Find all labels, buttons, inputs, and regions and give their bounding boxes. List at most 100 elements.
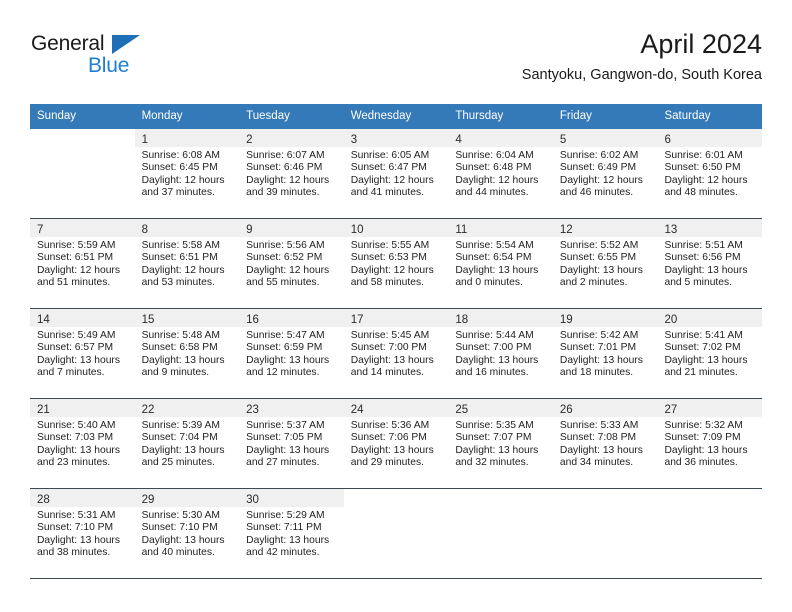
page-subtitle: Santyoku, Gangwon-do, South Korea bbox=[521, 67, 762, 83]
day-number: 6 bbox=[664, 134, 671, 146]
calendar-day-cell[interactable]: 9 Sunrise: 5:56 AM Sunset: 6:52 PM Daylight… bbox=[239, 219, 344, 308]
calendar-day-cell[interactable]: 15 Sunrise: 5:48 AM Sunset: 6:58 PM Dayligh… bbox=[134, 309, 240, 398]
logo-triangle-icon bbox=[112, 35, 140, 54]
day-number: 28 bbox=[37, 494, 50, 506]
logo-text-general: General bbox=[31, 32, 105, 55]
day-sun-info: Sunrise: 5:59 AM Sunset: 6:51 PM Daylight:… bbox=[30, 237, 135, 290]
sunset-text: Sunset: 7:00 PM bbox=[455, 342, 532, 354]
calendar-day-cell[interactable]: 21 Sunrise: 5:40 AM Sunset: 7:03 PM Dayligh… bbox=[30, 399, 135, 488]
day-sun-info: Sunrise: 5:41 AM Sunset: 7:02 PM Daylight:… bbox=[657, 327, 762, 380]
calendar-weeks: 1 Sunrise: 6:08 AM Sunset: 6:45 PM Daylight… bbox=[30, 129, 763, 578]
daylight-text-line1: Daylight: 13 hours bbox=[664, 444, 748, 456]
daylight-text-line2: and 29 minutes. bbox=[350, 457, 425, 469]
calendar-day-cell[interactable]: 6 Sunrise: 6:01 AM Sunset: 6:50 PM Daylight… bbox=[657, 129, 763, 218]
sunset-text: Sunset: 6:48 PM bbox=[455, 162, 532, 174]
day-number: 16 bbox=[246, 314, 259, 326]
calendar-day-cell[interactable]: 28 Sunrise: 5:31 AM Sunset: 7:10 PM Dayligh… bbox=[30, 489, 135, 578]
day-number-band: 29 bbox=[134, 489, 240, 507]
calendar-week-row: 21 Sunrise: 5:40 AM Sunset: 7:03 PM Dayligh… bbox=[30, 398, 763, 488]
daylight-text-line2: and 18 minutes. bbox=[559, 367, 634, 379]
calendar-day-cell[interactable]: 14 Sunrise: 5:49 AM Sunset: 6:57 PM Dayligh… bbox=[30, 309, 135, 398]
daylight-text-line1: Daylight: 13 hours bbox=[559, 444, 643, 456]
day-number-band: 5 bbox=[552, 129, 658, 147]
sunrise-text: Sunrise: 6:01 AM bbox=[664, 150, 743, 161]
calendar-day-cell[interactable]: 24 Sunrise: 5:36 AM Sunset: 7:06 PM Dayligh… bbox=[343, 399, 449, 488]
calendar-day-cell[interactable]: 7 Sunrise: 5:59 AM Sunset: 6:51 PM Daylight… bbox=[30, 219, 135, 308]
calendar-week-row: 7 Sunrise: 5:59 AM Sunset: 6:51 PM Daylight… bbox=[30, 218, 763, 308]
day-number: 19 bbox=[559, 314, 573, 326]
day-sun-info: Sunrise: 5:49 AM Sunset: 6:57 PM Daylight:… bbox=[30, 327, 135, 380]
page-header: General Blue April 2024 Santyoku, Gangwo… bbox=[30, 28, 762, 94]
day-sun-info: Sunrise: 6:08 AM Sunset: 6:45 PM Daylight:… bbox=[135, 147, 240, 200]
daylight-text-line2: and 34 minutes. bbox=[559, 457, 634, 469]
sunrise-text: Sunrise: 5:58 AM bbox=[141, 240, 220, 251]
calendar-day-cell[interactable]: 23 Sunrise: 5:37 AM Sunset: 7:05 PM Dayligh… bbox=[239, 399, 344, 488]
calendar-day-cell[interactable]: 20 Sunrise: 5:41 AM Sunset: 7:02 PM Dayligh… bbox=[657, 309, 763, 398]
sunrise-text: Sunrise: 5:33 AM bbox=[559, 420, 639, 431]
day-sun-info: Sunrise: 5:52 AM Sunset: 6:55 PM Daylight:… bbox=[553, 237, 658, 290]
calendar-day-cell[interactable]: 16 Sunrise: 5:47 AM Sunset: 6:59 PM Dayligh… bbox=[239, 309, 344, 398]
sunrise-text: Sunrise: 5:45 AM bbox=[350, 330, 430, 341]
calendar-day-cell[interactable]: 11 Sunrise: 5:54 AM Sunset: 6:54 PM Dayligh… bbox=[448, 219, 553, 308]
calendar-day-cell[interactable]: 27 Sunrise: 5:32 AM Sunset: 7:09 PM Dayligh… bbox=[657, 399, 763, 488]
day-number: 14 bbox=[37, 314, 50, 326]
day-sun-info: Sunrise: 5:33 AM Sunset: 7:08 PM Daylight:… bbox=[553, 417, 658, 470]
sunrise-text: Sunrise: 5:40 AM bbox=[37, 420, 116, 431]
day-number-band: 3 bbox=[343, 129, 449, 147]
daylight-text-line1: Daylight: 13 hours bbox=[141, 444, 225, 456]
sunset-text: Sunset: 6:50 PM bbox=[664, 162, 741, 174]
calendar-day-cell[interactable]: 13 Sunrise: 5:51 AM Sunset: 6:56 PM Dayligh… bbox=[657, 219, 763, 308]
daylight-text-line2: and 37 minutes. bbox=[141, 187, 215, 199]
calendar-day-cell[interactable]: 26 Sunrise: 5:33 AM Sunset: 7:08 PM Dayligh… bbox=[552, 399, 658, 488]
daylight-text-line2: and 51 minutes. bbox=[37, 277, 111, 289]
calendar-day-cell[interactable]: 8 Sunrise: 5:58 AM Sunset: 6:51 PM Daylight… bbox=[134, 219, 240, 308]
calendar-bottom-rule bbox=[30, 578, 762, 579]
day-number-band bbox=[552, 489, 658, 507]
day-number-band: 23 bbox=[239, 399, 344, 417]
calendar-day-cell[interactable]: 30 Sunrise: 5:29 AM Sunset: 7:11 PM Dayligh… bbox=[239, 489, 344, 578]
calendar-day-cell[interactable]: 1 Sunrise: 6:08 AM Sunset: 6:45 PM Daylight… bbox=[134, 129, 240, 218]
calendar-day-cell[interactable]: 3 Sunrise: 6:05 AM Sunset: 6:47 PM Daylight… bbox=[343, 129, 449, 218]
sunrise-text: Sunrise: 5:36 AM bbox=[350, 420, 430, 431]
calendar-day-cell[interactable]: 17 Sunrise: 5:45 AM Sunset: 7:00 PM Dayligh… bbox=[343, 309, 449, 398]
daylight-text-line2: and 40 minutes. bbox=[141, 547, 215, 559]
day-number: 22 bbox=[141, 404, 155, 416]
sunrise-text: Sunrise: 5:37 AM bbox=[246, 420, 325, 431]
day-sun-info: Sunrise: 5:56 AM Sunset: 6:52 PM Daylight:… bbox=[239, 237, 344, 290]
sunrise-text: Sunrise: 5:42 AM bbox=[559, 330, 639, 341]
calendar-day-cell[interactable]: 12 Sunrise: 5:52 AM Sunset: 6:55 PM Dayligh… bbox=[552, 219, 658, 308]
calendar-day-cell[interactable]: 2 Sunrise: 6:07 AM Sunset: 6:46 PM Daylight… bbox=[239, 129, 344, 218]
day-number: 5 bbox=[559, 134, 567, 146]
daylight-text-line1: Daylight: 13 hours bbox=[455, 354, 539, 366]
day-sun-info: Sunrise: 6:05 AM Sunset: 6:47 PM Daylight:… bbox=[344, 147, 449, 200]
sunset-text: Sunset: 7:09 PM bbox=[664, 432, 741, 444]
calendar-day-cell[interactable]: 10 Sunrise: 5:55 AM Sunset: 6:53 PM Dayligh… bbox=[343, 219, 449, 308]
calendar-day-cell[interactable]: 18 Sunrise: 5:44 AM Sunset: 7:00 PM Dayligh… bbox=[448, 309, 553, 398]
day-number-band: 19 bbox=[552, 309, 658, 327]
calendar-day-cell[interactable]: 19 Sunrise: 5:42 AM Sunset: 7:01 PM Dayligh… bbox=[552, 309, 658, 398]
calendar-day-cell[interactable]: 4 Sunrise: 6:04 AM Sunset: 6:48 PM Daylight… bbox=[448, 129, 553, 218]
day-sun-info: Sunrise: 5:29 AM Sunset: 7:11 PM Daylight:… bbox=[239, 507, 344, 560]
day-number-band: 25 bbox=[448, 399, 553, 417]
sunset-text: Sunset: 7:01 PM bbox=[559, 342, 637, 354]
title-block: April 2024 Santyoku, Gangwon-do, South K… bbox=[522, 28, 762, 84]
daylight-text-line1: Daylight: 13 hours bbox=[141, 534, 225, 546]
calendar-day-cell[interactable]: 29 Sunrise: 5:30 AM Sunset: 7:10 PM Dayligh… bbox=[134, 489, 240, 578]
daylight-text-line1: Daylight: 13 hours bbox=[246, 444, 330, 456]
calendar-day-cell[interactable]: 25 Sunrise: 5:35 AM Sunset: 7:07 PM Dayligh… bbox=[448, 399, 553, 488]
sunrise-text: Sunrise: 5:44 AM bbox=[455, 330, 534, 341]
calendar-day-cell[interactable]: 5 Sunrise: 6:02 AM Sunset: 6:49 PM Daylight… bbox=[552, 129, 658, 218]
calendar-day-cell[interactable]: 22 Sunrise: 5:39 AM Sunset: 7:04 PM Dayligh… bbox=[134, 399, 240, 488]
day-sun-info: Sunrise: 5:45 AM Sunset: 7:00 PM Daylight:… bbox=[344, 327, 449, 380]
day-number-band: 24 bbox=[343, 399, 449, 417]
sunrise-text: Sunrise: 5:48 AM bbox=[141, 330, 220, 341]
daylight-text-line1: Daylight: 13 hours bbox=[37, 354, 120, 366]
day-number-band: 26 bbox=[552, 399, 658, 417]
sunset-text: Sunset: 7:06 PM bbox=[350, 432, 427, 444]
weekday-header-saturday: Saturday bbox=[664, 110, 711, 122]
daylight-text-line2: and 41 minutes. bbox=[350, 187, 425, 199]
sunset-text: Sunset: 6:59 PM bbox=[246, 342, 323, 354]
day-number: 15 bbox=[141, 314, 155, 326]
sunrise-text: Sunrise: 6:02 AM bbox=[559, 150, 639, 161]
daylight-text-line1: Daylight: 13 hours bbox=[559, 354, 643, 366]
